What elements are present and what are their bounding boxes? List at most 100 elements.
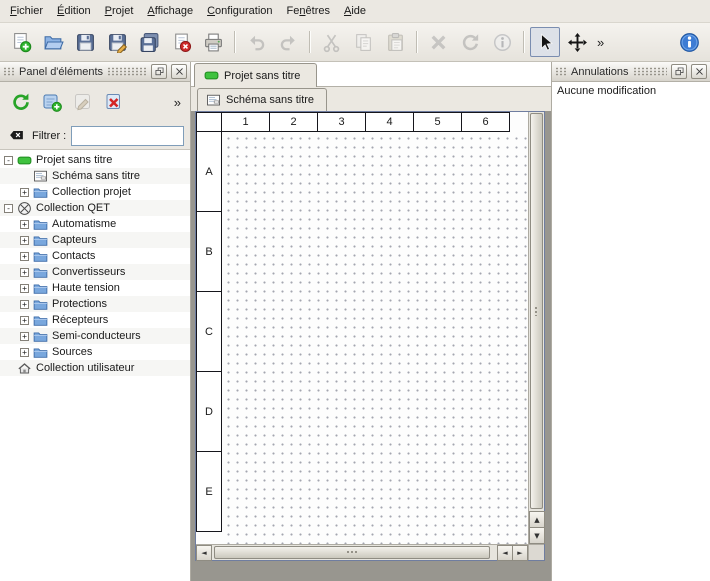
schema-tab[interactable]: Schéma sans titre: [197, 88, 327, 111]
tree-item-label: Automatisme: [52, 218, 116, 230]
expander-plus-icon[interactable]: +: [20, 268, 29, 277]
tree-item-recepteurs[interactable]: +Récepteurs: [0, 312, 190, 328]
close-file-button[interactable]: [166, 27, 196, 57]
close-panel-button[interactable]: [691, 64, 707, 79]
cut-button[interactable]: [316, 27, 346, 57]
elements-panel-titlebar[interactable]: Panel d'éléments: [0, 62, 190, 82]
scroll-left-button-alt[interactable]: ◄: [497, 545, 513, 561]
scroll-up-button[interactable]: ▲: [529, 511, 545, 528]
menu-fichier[interactable]: Fichier: [3, 2, 50, 20]
about-qet-button[interactable]: [674, 27, 704, 57]
grid-row-header-b: B: [196, 211, 222, 292]
close-panel-button[interactable]: [171, 64, 187, 79]
clipboard-toolbar-group: [316, 27, 410, 57]
undo-list[interactable]: Aucune modification: [552, 82, 710, 581]
clear-filter-button[interactable]: [6, 128, 27, 144]
tree-item-semi-conducteurs[interactable]: +Semi-conducteurs: [0, 328, 190, 344]
toolbar-overflow-button[interactable]: »: [594, 35, 607, 50]
save-as-button[interactable]: [102, 27, 132, 57]
menu-projet[interactable]: Projet: [98, 2, 141, 20]
expander-plus-icon[interactable]: +: [20, 252, 29, 261]
tree-item-collection-projet[interactable]: +Collection projet: [0, 184, 190, 200]
tree-item-haute-tension[interactable]: +Haute tension: [0, 280, 190, 296]
vertical-scrollbar[interactable]: ▲ ▼: [528, 112, 544, 544]
expander-plus-icon[interactable]: +: [20, 348, 29, 357]
grid-column-header-6: 6: [461, 112, 510, 132]
expander-plus-icon[interactable]: +: [20, 188, 29, 197]
project-tab[interactable]: Projet sans titre: [194, 63, 317, 87]
reload-collections-button[interactable]: [6, 88, 35, 117]
tree-item-automatisme[interactable]: + Automatisme: [0, 216, 190, 232]
new-document-button[interactable]: [6, 27, 36, 57]
open-project-button[interactable]: [38, 27, 68, 57]
float-panel-button[interactable]: [151, 64, 167, 79]
horizontal-scrollbar[interactable]: ◄ ◄ ►: [196, 544, 528, 560]
toolbar-separator: [230, 27, 239, 57]
save-all-button[interactable]: [134, 27, 164, 57]
about-qet-icon: [679, 32, 700, 53]
edit-element-button[interactable]: [68, 88, 97, 117]
move-button[interactable]: [562, 27, 592, 57]
vertical-scrollbar-thumb[interactable]: [530, 113, 543, 509]
delete-element-button[interactable]: [99, 88, 128, 117]
menu-configuration[interactable]: Configuration: [200, 2, 279, 20]
schema-canvas[interactable]: 123456 ABCDE: [196, 112, 528, 544]
tree-item-collection-qet[interactable]: -Collection QET: [0, 200, 190, 216]
grid-row-headers: ABCDE: [196, 131, 222, 532]
delete-button[interactable]: [423, 27, 453, 57]
info-button[interactable]: [487, 27, 517, 57]
save-as-icon: [107, 32, 128, 53]
tree-item-collection-utilisateur[interactable]: Collection utilisateur: [0, 360, 190, 376]
tree-item-convertisseurs[interactable]: +Convertisseurs: [0, 264, 190, 280]
menu-fenetres[interactable]: Fenêtres: [280, 2, 337, 20]
rotate-button[interactable]: [455, 27, 485, 57]
save-button[interactable]: [70, 27, 100, 57]
new-element-button[interactable]: [37, 88, 66, 117]
expander-plus-icon[interactable]: +: [20, 332, 29, 341]
scroll-right-button[interactable]: ►: [512, 545, 528, 561]
tree-item-protections[interactable]: +Protections: [0, 296, 190, 312]
vertical-scroll-buttons: ▲ ▼: [529, 512, 544, 544]
tree-item-sources[interactable]: +Sources: [0, 344, 190, 360]
paste-button[interactable]: [380, 27, 410, 57]
copy-button[interactable]: [348, 27, 378, 57]
tree-item-label: Projet sans titre: [36, 154, 112, 166]
elements-panel-toolbar: »: [0, 82, 190, 122]
tree-item-label: Collection utilisateur: [36, 362, 134, 374]
print-button[interactable]: [198, 27, 228, 57]
expander-plus-icon[interactable]: +: [20, 300, 29, 309]
select-button[interactable]: [530, 27, 560, 57]
filter-input[interactable]: [71, 126, 184, 146]
menu-edition[interactable]: Édition: [50, 2, 98, 20]
undo-panel-titlebar[interactable]: Annulations: [552, 62, 710, 82]
cut-icon: [321, 32, 342, 53]
element-tree[interactable]: -Projet sans titreSchéma sans titre+Coll…: [0, 149, 190, 581]
tree-item-contacts[interactable]: +Contacts: [0, 248, 190, 264]
dock-handle-dots: [3, 67, 15, 76]
grid-column-header-3: 3: [317, 112, 366, 132]
tree-item-capteurs[interactable]: +Capteurs: [0, 232, 190, 248]
expander-plus-icon[interactable]: +: [20, 236, 29, 245]
tree-item-schema-sans-titre[interactable]: Schéma sans titre: [0, 168, 190, 184]
expander-minus-icon[interactable]: -: [4, 204, 13, 213]
horizontal-scroll-track[interactable]: [212, 545, 498, 560]
copy-icon: [353, 32, 374, 53]
undo-list-item[interactable]: Aucune modification: [555, 84, 707, 98]
redo-button[interactable]: [273, 27, 303, 57]
expander-plus-icon[interactable]: +: [20, 284, 29, 293]
horizontal-scrollbar-thumb[interactable]: [214, 546, 490, 559]
info-icon: [492, 32, 513, 53]
menu-affichage[interactable]: Affichage: [140, 2, 200, 20]
expander-plus-icon[interactable]: +: [20, 220, 29, 229]
undo-button[interactable]: [241, 27, 271, 57]
panel-toolbar-overflow-button[interactable]: »: [171, 95, 184, 110]
schema-tab-label: Schéma sans titre: [226, 94, 314, 106]
float-panel-button[interactable]: [671, 64, 687, 79]
tree-item-projet-sans-titre[interactable]: - Projet sans titre: [0, 152, 190, 168]
scroll-left-button[interactable]: ◄: [196, 545, 212, 561]
menu-aide[interactable]: Aide: [337, 2, 373, 20]
expander-minus-icon[interactable]: -: [4, 156, 13, 165]
expander-plus-icon[interactable]: +: [20, 316, 29, 325]
scroll-down-button[interactable]: ▼: [529, 527, 545, 544]
folder-icon: [33, 249, 48, 264]
